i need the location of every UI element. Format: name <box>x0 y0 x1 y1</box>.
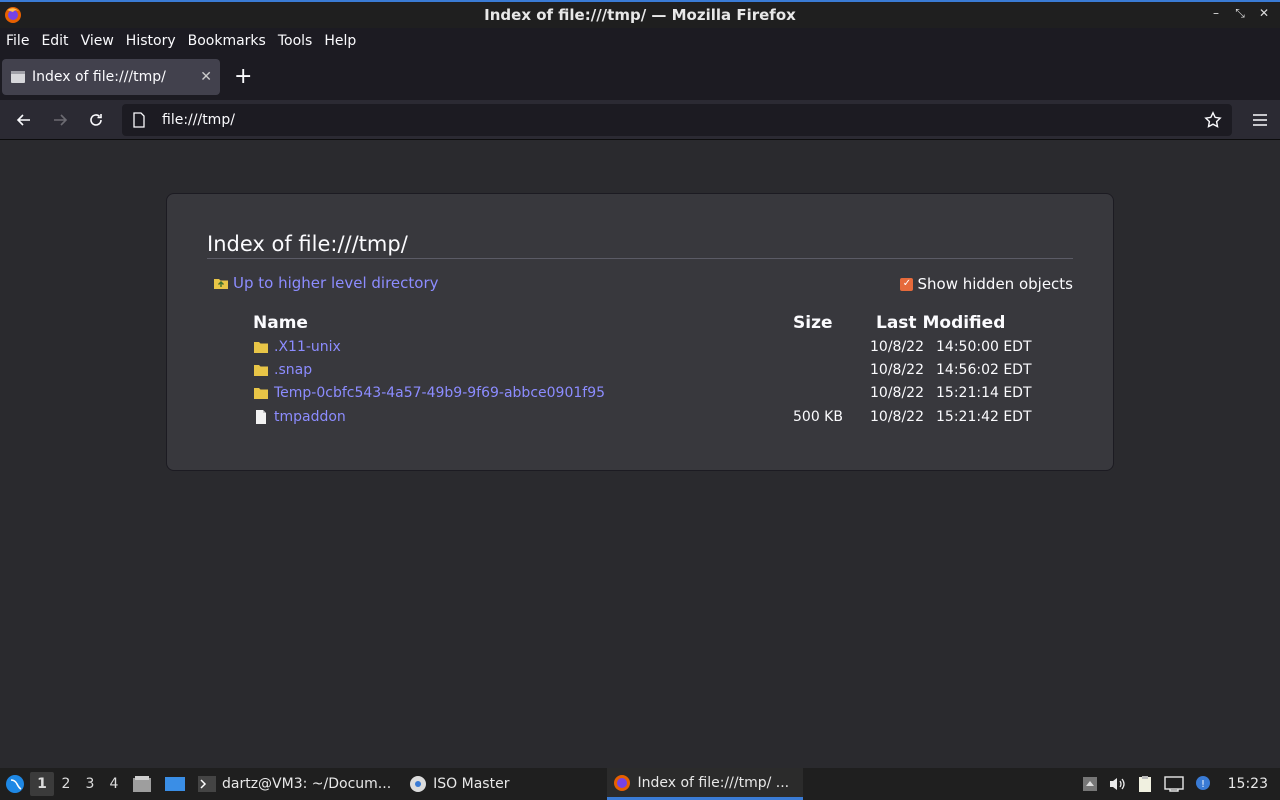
minimize-button[interactable]: – <box>1210 6 1222 21</box>
page-favicon-icon <box>11 71 25 83</box>
show-desktop-icon <box>165 777 185 791</box>
entry-time: 15:21:42 EDT <box>936 409 1032 425</box>
back-button[interactable] <box>6 104 42 136</box>
window-titlebar: Index of file:///tmp/ — Mozilla Firefox … <box>0 0 1280 28</box>
reload-icon <box>90 113 102 126</box>
maximize-button[interactable]: ⤡ <box>1234 6 1246 21</box>
svg-text:!: ! <box>1201 779 1205 790</box>
clock[interactable]: 15:23 <box>1228 776 1268 792</box>
window-title: Index of file:///tmp/ — Mozilla Firefox <box>484 6 796 24</box>
tab-label: Index of file:///tmp/ <box>32 69 166 85</box>
entry-date: 10/8/22 <box>870 339 924 355</box>
entry-size: 500 KB <box>793 409 843 425</box>
update-notification-icon[interactable]: ! <box>1194 775 1212 793</box>
column-header-modified[interactable]: Last Modified <box>876 313 1005 333</box>
menu-bar: File Edit View History Bookmarks Tools H… <box>0 28 1280 54</box>
up-directory-label[interactable]: Up to higher level directory <box>233 274 439 292</box>
column-header-name[interactable]: Name <box>253 313 308 333</box>
folder-icon <box>254 342 268 353</box>
table-row: tmpaddon 500 KB 10/8/22 15:21:42 EDT <box>253 409 1033 431</box>
menu-view[interactable]: View <box>75 33 120 49</box>
system-tray: ! 15:23 <box>1082 768 1280 800</box>
url-bar[interactable] <box>122 103 1232 136</box>
page-title: Index of file:///tmp/ <box>207 232 1073 259</box>
task-label: dartz@VM3: ~/Docum... <box>222 776 392 792</box>
entry-time: 14:56:02 EDT <box>936 362 1032 378</box>
workspace-3[interactable]: 3 <box>78 772 102 796</box>
quicklaunch-file-manager[interactable] <box>126 768 158 800</box>
folder-up-icon <box>214 279 228 289</box>
menu-tools[interactable]: Tools <box>272 33 319 49</box>
directory-listing-card: Index of file:///tmp/ Up to higher level… <box>166 193 1114 471</box>
folder-icon <box>254 388 268 399</box>
entry-time: 15:21:14 EDT <box>936 385 1032 401</box>
forward-button[interactable] <box>42 104 78 136</box>
reload-button[interactable] <box>78 104 114 136</box>
show-hidden-option[interactable]: ✓ Show hidden objects <box>900 275 1073 293</box>
network-icon[interactable] <box>1163 776 1184 792</box>
task-iso-master[interactable]: ISO Master <box>403 768 515 800</box>
start-menu-button[interactable] <box>0 768 30 800</box>
page-content: Index of file:///tmp/ Up to higher level… <box>0 140 1280 768</box>
firefox-logo-icon <box>5 7 21 23</box>
table-row: .snap 10/8/22 14:56:02 EDT <box>253 362 1033 384</box>
file-manager-icon <box>133 776 151 792</box>
up-directory-link[interactable]: Up to higher level directory <box>213 274 439 292</box>
menu-bookmarks[interactable]: Bookmarks <box>182 33 272 49</box>
volume-icon[interactable] <box>1108 776 1126 792</box>
entry-time: 14:50:00 EDT <box>936 339 1032 355</box>
entry-name-link[interactable]: tmpaddon <box>274 409 346 425</box>
url-input[interactable] <box>160 110 1204 129</box>
eject-icon[interactable] <box>1082 776 1098 792</box>
entry-name-link[interactable]: Temp-0cbfc543-4a57-49b9-9f69-abbce0901f9… <box>274 385 605 401</box>
tab-index-tmp[interactable]: Index of file:///tmp/ ✕ <box>2 59 220 95</box>
menu-file[interactable]: File <box>0 33 35 49</box>
new-tab-button[interactable]: + <box>234 66 252 88</box>
app-menu-button[interactable] <box>1242 104 1278 136</box>
quicklaunch-desktop[interactable] <box>158 768 192 800</box>
menu-help[interactable]: Help <box>318 33 362 49</box>
entry-date: 10/8/22 <box>870 362 924 378</box>
task-label: Index of file:///tmp/ ... <box>637 774 790 791</box>
column-header-size[interactable]: Size <box>793 313 833 333</box>
navigation-toolbar <box>0 100 1280 140</box>
task-label: ISO Master <box>433 776 510 792</box>
menu-edit[interactable]: Edit <box>35 33 74 49</box>
task-terminal[interactable]: dartz@VM3: ~/Docum... <box>192 768 397 800</box>
system-taskbar: 1 2 3 4 dartz@VM3: ~/Docum... ISO Master… <box>0 768 1280 800</box>
arrow-left-icon <box>16 113 30 126</box>
tab-close-icon[interactable]: ✕ <box>200 69 212 85</box>
workspace-2[interactable]: 2 <box>54 772 78 796</box>
clipboard-icon[interactable] <box>1136 775 1154 793</box>
window-controls: – ⤡ ✕ <box>1210 6 1270 21</box>
show-hidden-checkbox[interactable]: ✓ <box>900 277 914 291</box>
entry-name-link[interactable]: .X11-unix <box>274 339 341 355</box>
iso-master-icon <box>410 776 427 792</box>
workspace-4[interactable]: 4 <box>102 772 126 796</box>
task-firefox[interactable]: Index of file:///tmp/ ... <box>607 768 804 800</box>
file-icon <box>256 410 266 424</box>
lubuntu-logo-icon <box>6 775 24 793</box>
firefox-icon <box>614 774 631 791</box>
show-hidden-label: Show hidden objects <box>917 275 1073 293</box>
entry-date: 10/8/22 <box>870 409 924 425</box>
bookmark-star-icon[interactable] <box>1204 110 1222 129</box>
page-icon <box>133 111 145 128</box>
folder-icon <box>254 365 268 376</box>
entry-date: 10/8/22 <box>870 385 924 401</box>
hamburger-menu-icon <box>1253 113 1267 126</box>
arrow-right-icon <box>54 113 68 126</box>
entry-name-link[interactable]: .snap <box>274 362 312 378</box>
table-row: .X11-unix 10/8/22 14:50:00 EDT <box>253 339 1033 361</box>
table-row: Temp-0cbfc543-4a57-49b9-9f69-abbce0901f9… <box>253 385 1033 407</box>
tab-bar: Index of file:///tmp/ ✕ + <box>0 54 1280 100</box>
close-window-button[interactable]: ✕ <box>1258 6 1270 21</box>
terminal-icon <box>198 776 216 792</box>
workspace-1[interactable]: 1 <box>30 772 54 796</box>
menu-history[interactable]: History <box>120 33 182 49</box>
